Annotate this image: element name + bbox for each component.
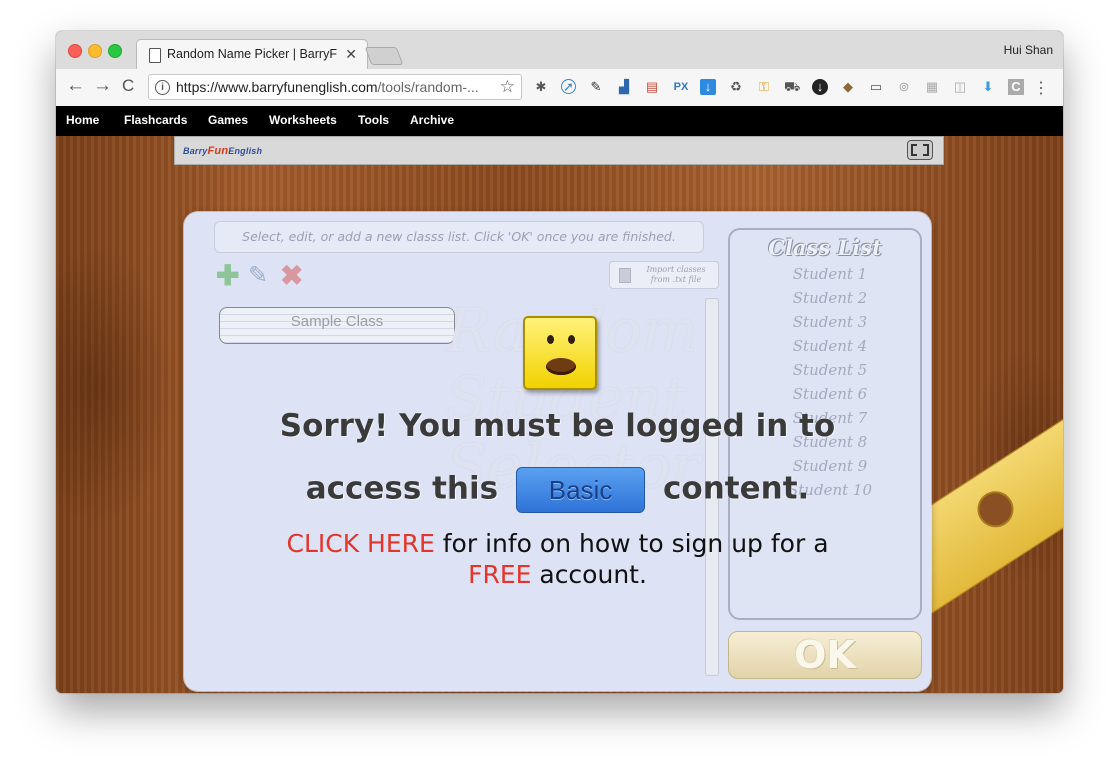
document-icon <box>149 48 161 63</box>
page-content: BarryFunEnglish Select, edit, or add a n… <box>56 136 1063 693</box>
ext-dropper-icon[interactable]: ✎ <box>588 79 604 95</box>
ruler-hole <box>970 484 1021 535</box>
ext-compass-icon[interactable]: ➚ <box>561 79 576 94</box>
browser-window: Random Name Picker | BarryFu ✕ Hui Shan … <box>56 31 1063 693</box>
reload-icon[interactable]: C <box>122 76 134 96</box>
ext-arrow-icon[interactable]: ↓ <box>812 79 828 95</box>
browser-menu-icon[interactable]: ⋮ <box>1033 78 1049 98</box>
minimize-window-button[interactable] <box>88 44 102 58</box>
forward-icon[interactable]: → <box>93 75 112 97</box>
class-editor-panel: Select, edit, or add a new classs list. … <box>184 212 931 691</box>
login-required-overlay: Sorry! You must be logged in to access t… <box>184 212 931 691</box>
ext-car-icon[interactable]: ⛟ <box>784 79 800 95</box>
signup-message: CLICK HERE for info on how to sign up fo… <box>286 529 829 589</box>
new-tab-button[interactable] <box>364 47 404 65</box>
maximize-window-button[interactable] <box>108 44 122 58</box>
site-logo[interactable]: BarryFunEnglish <box>183 145 262 157</box>
close-window-button[interactable] <box>68 44 82 58</box>
nav-tools[interactable]: Tools <box>358 113 389 127</box>
basic-badge[interactable]: Basic <box>516 467 646 513</box>
surprised-face-icon <box>523 316 597 390</box>
nav-games[interactable]: Games <box>208 113 248 127</box>
url-text: https://www.barryfunenglish.com/tools/ra… <box>176 79 479 95</box>
nav-home[interactable]: Home <box>66 113 99 127</box>
browser-toolbar: ← → C i https://www.barryfunenglish.com/… <box>56 69 1063 107</box>
login-message-line2: access this Basic content. <box>184 467 931 513</box>
bookmark-star-icon[interactable]: ☆ <box>500 77 515 97</box>
site-nav: Home Flashcards Games Worksheets Tools A… <box>56 106 1063 136</box>
ext-stamp-icon[interactable]: ◆ <box>840 79 856 95</box>
click-here-link[interactable]: CLICK HERE <box>286 529 434 558</box>
ext-recycle-icon[interactable]: ♻ <box>728 79 744 95</box>
nav-flashcards[interactable]: Flashcards <box>124 113 187 127</box>
ext-window-icon[interactable]: ▭ <box>868 79 884 95</box>
ext-download-icon[interactable]: ↓ <box>700 79 716 95</box>
ext-rss-icon[interactable]: ◫ <box>952 79 968 95</box>
nav-archive[interactable]: Archive <box>410 113 454 127</box>
tab-random-name-picker[interactable]: Random Name Picker | BarryFu ✕ <box>136 39 368 69</box>
profile-name[interactable]: Hui Shan <box>1004 43 1053 57</box>
close-tab-icon[interactable]: ✕ <box>345 46 357 63</box>
free-label: FREE <box>468 560 532 589</box>
ext-bug-icon[interactable]: ✱ <box>533 79 549 95</box>
ext-key-icon[interactable]: ⚿ <box>756 79 772 95</box>
ext-scanner-icon[interactable]: ▟ <box>616 79 632 95</box>
tab-title: Random Name Picker | BarryFu <box>167 47 337 61</box>
address-bar[interactable]: i https://www.barryfunenglish.com/tools/… <box>148 74 522 100</box>
ext-grid-icon[interactable]: ▦ <box>924 79 940 95</box>
ext-c-icon[interactable]: C <box>1008 79 1024 95</box>
ext-download2-icon[interactable]: ⬇ <box>980 79 996 95</box>
nav-worksheets[interactable]: Worksheets <box>269 113 337 127</box>
login-message-line1: Sorry! You must be logged in to <box>279 408 836 444</box>
info-icon[interactable]: i <box>155 80 170 95</box>
ext-stack-icon[interactable]: ⊚ <box>896 79 912 95</box>
app-header: BarryFunEnglish <box>174 136 944 165</box>
back-icon[interactable]: ← <box>66 75 85 97</box>
tab-strip: Random Name Picker | BarryFu ✕ Hui Shan <box>56 31 1063 69</box>
ext-page-icon[interactable]: ▤ <box>644 79 660 95</box>
ext-px-icon[interactable]: PX <box>670 79 692 95</box>
fullscreen-button[interactable] <box>907 140 933 160</box>
